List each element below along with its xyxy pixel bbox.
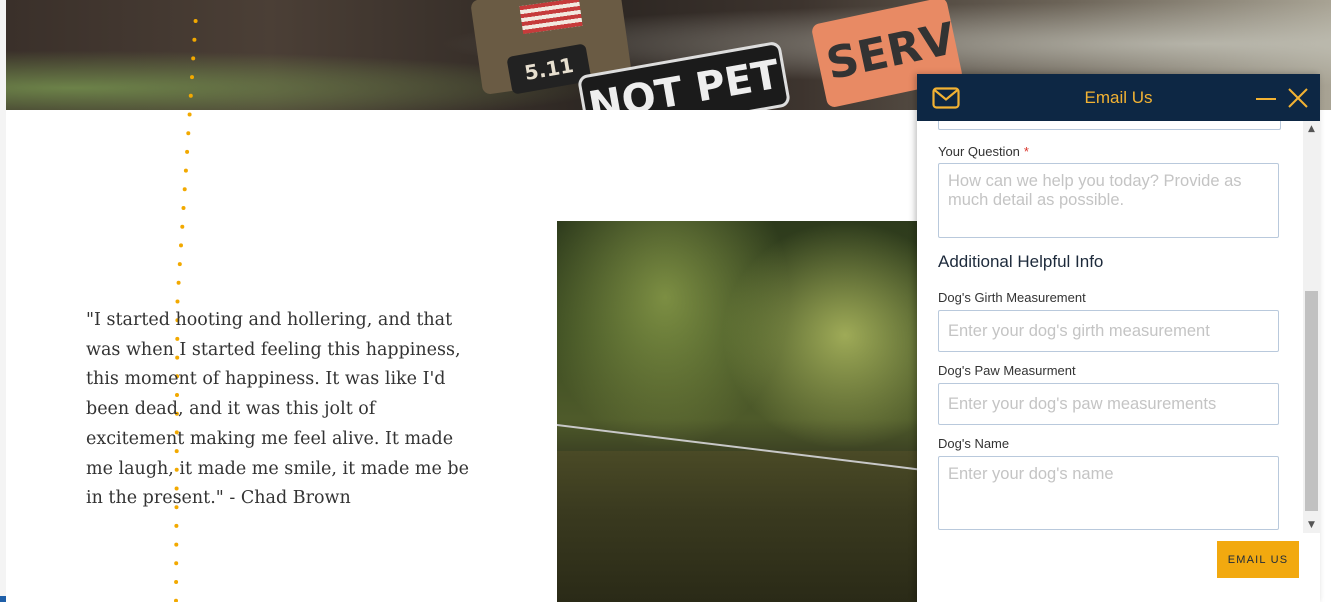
- girth-label: Dog's Girth Measurement: [938, 290, 1086, 305]
- river-photo: [557, 221, 917, 602]
- dot: [182, 187, 187, 192]
- dot: [179, 243, 183, 248]
- dot: [176, 280, 181, 285]
- email-us-button[interactable]: EMAIL US: [1217, 541, 1299, 578]
- dot: [174, 580, 179, 584]
- dog-name-label: Dog's Name: [938, 436, 1010, 451]
- dot: [180, 224, 185, 229]
- dot: [174, 542, 179, 547]
- dot: [174, 561, 179, 566]
- scroll-up-icon[interactable]: ▲: [1303, 121, 1320, 137]
- required-mark: *: [1023, 144, 1029, 159]
- dot: [186, 131, 191, 136]
- panel-scrollbar[interactable]: ▲ ▼: [1303, 121, 1320, 533]
- dog-name-textarea[interactable]: [938, 456, 1279, 530]
- girth-input[interactable]: [938, 310, 1279, 352]
- scroll-down-icon[interactable]: ▼: [1303, 517, 1320, 533]
- testimonial-quote: "I started hooting and hollering, and th…: [86, 310, 469, 509]
- dot: [174, 523, 179, 528]
- question-label: Your Question *: [938, 144, 1029, 159]
- dot: [185, 149, 190, 154]
- paw-input[interactable]: [938, 383, 1279, 425]
- paw-label: Dog's Paw Measurment: [938, 363, 1076, 378]
- question-textarea[interactable]: [938, 163, 1279, 238]
- edge-marker: [0, 596, 6, 602]
- river-water: [557, 451, 917, 602]
- scroll-thumb[interactable]: [1305, 291, 1318, 511]
- close-icon[interactable]: [1287, 87, 1309, 109]
- minimize-icon[interactable]: [1255, 88, 1277, 110]
- form-body: Your Question* Additional Helpful Info D…: [917, 121, 1303, 602]
- previous-field[interactable]: [938, 121, 1281, 130]
- dot: [175, 299, 180, 304]
- dot: [181, 206, 186, 210]
- section-title: Additional Helpful Info: [938, 252, 1104, 271]
- dot: [177, 262, 182, 267]
- dot: [187, 112, 192, 117]
- panel-header: Email Us: [917, 74, 1320, 121]
- email-us-panel: Email Us Your Question* Additional Helpf…: [917, 74, 1320, 602]
- dot: [183, 168, 188, 173]
